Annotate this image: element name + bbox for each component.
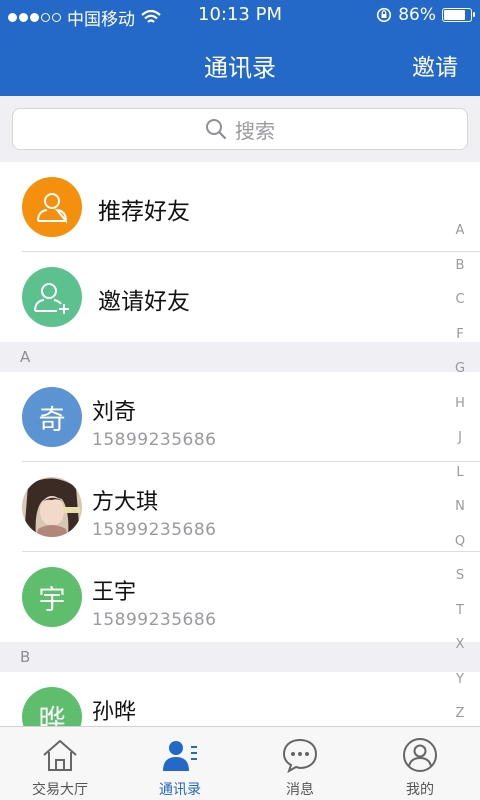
index-letter[interactable]: B [456, 249, 465, 284]
battery-percentage: 86% [398, 5, 436, 25]
contact-row[interactable]: 奇 刘奇 15899235686 [0, 372, 480, 462]
tab-contacts[interactable]: 通讯录 [120, 727, 240, 800]
index-letter[interactable]: L [456, 456, 463, 491]
index-letter[interactable]: Y [456, 663, 464, 698]
contact-name: 孙晔 [92, 700, 137, 725]
status-bar: 中国移动 10:13 PM 86% [0, 0, 480, 30]
recommend-friends-item[interactable]: 推荐好友 [0, 162, 480, 252]
avatar-photo [22, 477, 82, 537]
contacts-icon [163, 741, 197, 771]
contact-phone: 15899235686 [92, 430, 217, 450]
invite-friends-item[interactable]: 邀请好友 [0, 252, 480, 342]
home-icon [43, 740, 77, 771]
contact-list[interactable]: 推荐好友 邀请好友 A 奇 刘奇 15899235686 方大琪 1589923… [0, 162, 480, 726]
index-letter[interactable]: S [456, 559, 464, 594]
alphabet-index[interactable]: ABCFGHJLNQSTXYZ [450, 214, 470, 732]
invite-friends-label: 邀请好友 [98, 289, 190, 315]
tab-label: 通讯录 [159, 782, 201, 798]
tab-label: 消息 [286, 782, 314, 798]
contact-phone: 15899235686 [92, 520, 217, 540]
index-letter[interactable]: J [458, 421, 462, 456]
avatar: 晔 [22, 687, 82, 726]
tab-messages[interactable]: 消息 [240, 727, 360, 800]
index-letter[interactable]: N [455, 490, 465, 525]
index-letter[interactable]: T [456, 594, 464, 629]
contact-row[interactable]: 宇 王宇 15899235686 [0, 552, 480, 642]
index-letter[interactable]: G [455, 352, 465, 387]
search-input[interactable]: 搜索 [12, 108, 468, 150]
index-letter[interactable]: H [455, 387, 465, 422]
contact-name: 方大琪 [92, 490, 159, 515]
tab-trading-hall[interactable]: 交易大厅 [0, 727, 120, 800]
index-letter[interactable]: C [455, 283, 464, 318]
search-area: 搜索 [0, 96, 480, 162]
contact-name: 刘奇 [92, 400, 137, 425]
tab-bar: 交易大厅 通讯录 消息 我的 [0, 726, 480, 800]
index-letter[interactable]: Q [455, 525, 465, 560]
contact-row[interactable]: 晔 孙晔 [0, 672, 480, 726]
battery-icon [442, 8, 475, 22]
contact-row[interactable]: 方大琪 15899235686 [0, 462, 480, 552]
avatar: 奇 [22, 387, 82, 447]
tab-label: 交易大厅 [32, 782, 88, 798]
page-title: 通讯录 [204, 54, 276, 82]
section-header-a: A [0, 342, 480, 372]
person-icon [22, 177, 82, 237]
tab-profile[interactable]: 我的 [360, 727, 480, 800]
add-person-icon [22, 267, 82, 327]
search-placeholder: 搜索 [235, 118, 275, 143]
navigation-bar: 通讯录 邀请 [0, 30, 480, 96]
avatar: 宇 [22, 567, 82, 627]
index-letter[interactable]: A [456, 214, 465, 249]
section-header-b: B [0, 642, 480, 672]
contact-name: 王宇 [92, 580, 137, 605]
search-icon [206, 119, 227, 140]
invite-button[interactable]: 邀请 [412, 48, 458, 82]
contact-phone: 15899235686 [92, 610, 217, 630]
index-letter[interactable]: X [456, 628, 465, 663]
index-letter[interactable]: F [456, 318, 463, 353]
message-icon [282, 738, 318, 773]
profile-icon [403, 738, 437, 772]
recommend-friends-label: 推荐好友 [98, 199, 190, 225]
rotation-lock-icon [377, 7, 392, 23]
tab-label: 我的 [406, 782, 434, 798]
